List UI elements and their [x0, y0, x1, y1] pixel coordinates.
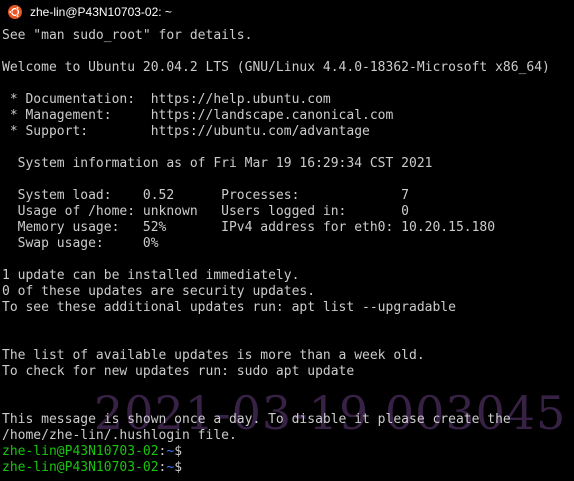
- prompt-symbol: $: [174, 444, 183, 459]
- output-line: 0 of these updates are security updates.: [2, 284, 316, 299]
- output-line: Usage of /home: unknown Users logged in:…: [2, 204, 409, 219]
- window-title: zhe-lin@P43N10703-02: ~: [30, 5, 172, 19]
- output-line: Welcome to Ubuntu 20.04.2 LTS (GNU/Linux…: [2, 60, 550, 75]
- prompt-user-host: zhe-lin@P43N10703-02: [2, 444, 159, 459]
- title-bar[interactable]: zhe-lin@P43N10703-02: ~: [0, 0, 574, 24]
- output-line: * Support: https://ubuntu.com/advantage: [2, 124, 370, 139]
- output-line: To see these additional updates run: apt…: [2, 300, 456, 315]
- output-line: Memory usage: 52% IPv4 address for eth0:…: [2, 220, 496, 235]
- output-line: * Management: https://landscape.canonica…: [2, 108, 394, 123]
- prompt-line: zhe-lin@P43N10703-02:~$: [2, 444, 574, 460]
- terminal-window: zhe-lin@P43N10703-02: ~ 2021-03-19 00304…: [0, 0, 574, 481]
- output-line: See "man sudo_root" for details.: [2, 28, 253, 43]
- prompt-symbol: $: [174, 460, 183, 475]
- output-line: Swap usage: 0%: [2, 236, 159, 251]
- output-line: The list of available updates is more th…: [2, 348, 425, 363]
- output-line: 1 update can be installed immediately.: [2, 268, 300, 283]
- output-line: * Documentation: https://help.ubuntu.com: [2, 92, 331, 107]
- output-line: /home/zhe-lin/.hushlogin file.: [2, 428, 237, 443]
- ubuntu-icon: [8, 5, 22, 19]
- output-line: System load: 0.52 Processes: 7: [2, 188, 409, 203]
- terminal-output[interactable]: See "man sudo_root" for details. Welcome…: [2, 28, 574, 476]
- output-line: This message is shown once a day. To dis…: [2, 412, 511, 427]
- prompt-line-active[interactable]: zhe-lin@P43N10703-02:~$: [2, 460, 574, 476]
- output-line: To check for new updates run: sudo apt u…: [2, 364, 355, 379]
- prompt-user-host: zhe-lin@P43N10703-02: [2, 460, 159, 475]
- output-line: System information as of Fri Mar 19 16:2…: [2, 156, 433, 171]
